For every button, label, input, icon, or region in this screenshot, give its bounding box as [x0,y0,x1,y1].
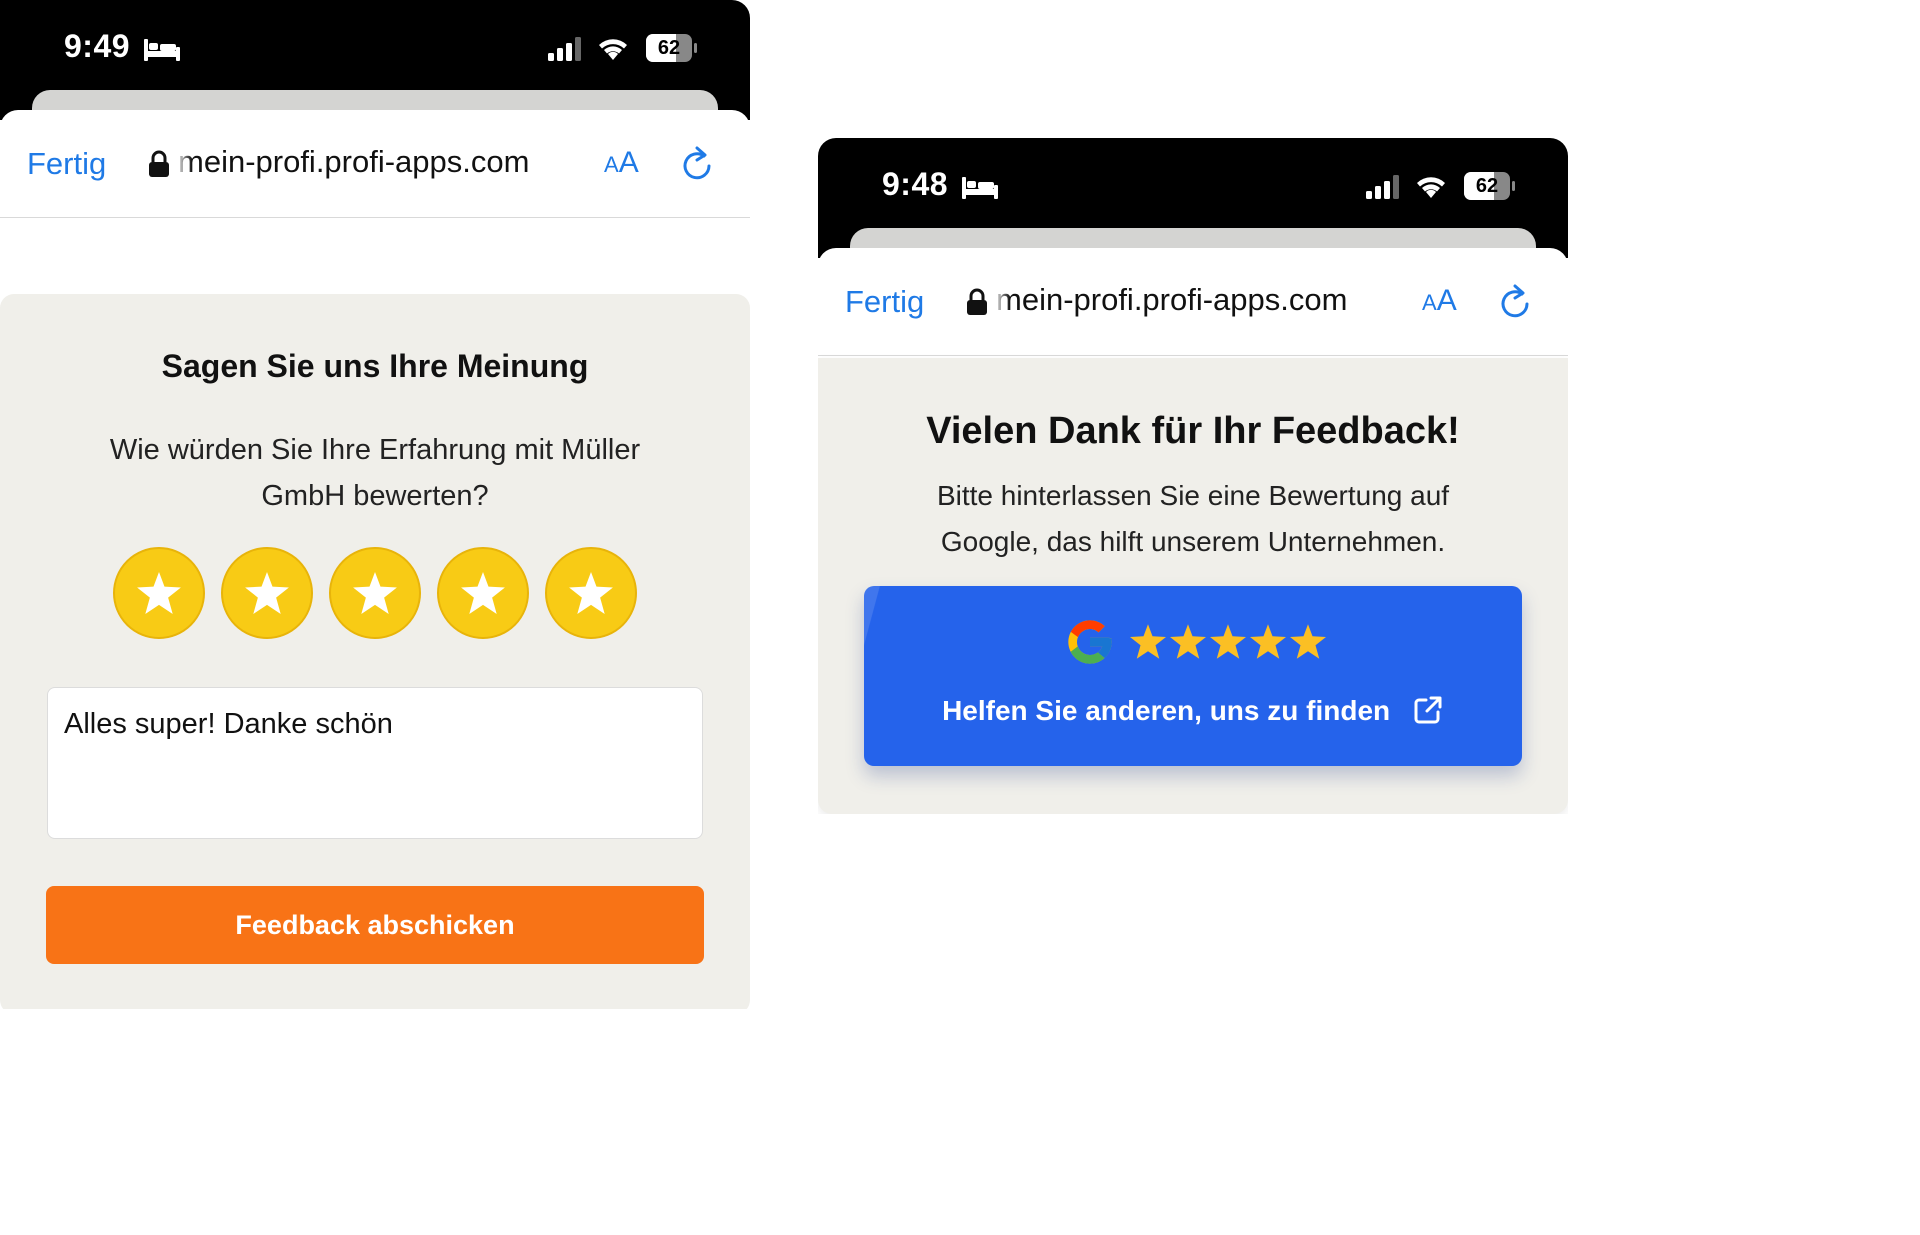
google-logo-icon [1064,616,1116,673]
star-icon [137,572,181,614]
thank-you-message: Bitte hinterlassen Sie eine Bewertung au… [936,480,1450,557]
browser-toolbar: Fertig mein-profi.profi-apps.com AA [818,248,1568,356]
text-size-button[interactable]: AA [1422,284,1457,318]
done-button[interactable]: Fertig [27,146,106,182]
url-fade [176,144,192,184]
star-icon [1250,624,1286,659]
star-rating-3[interactable] [329,547,421,639]
thank-you-title: Vielen Dank für Ihr Feedback! [926,410,1460,452]
submit-feedback-button[interactable]: Feedback abschicken [46,886,704,964]
star-rating-5[interactable] [545,547,637,639]
star-icon [461,572,505,614]
status-time: 9:49 [64,28,131,64]
lock-icon [148,150,170,183]
wifi-icon [596,34,630,67]
star-rating-2[interactable] [221,547,313,639]
rating-question: Wie würden Sie Ihre Erfahrung mit Müller… [109,434,641,512]
google-review-text: Helfen Sie anderen, uns zu finden [942,695,1391,726]
star-icon [245,572,289,614]
phone-screen-feedback-form: 9:49 62 Fertig mein-profi.profi-apps.com… [0,0,750,1009]
signal-icon [548,37,584,66]
google-star-rating [1130,624,1326,659]
reload-icon[interactable] [1498,284,1532,325]
battery-icon: 62 [1464,172,1516,205]
google-review-button[interactable]: Helfen Sie anderen, uns zu finden [864,586,1522,766]
reload-icon[interactable] [680,146,714,187]
star-rating [113,547,637,639]
bed-icon [144,37,180,66]
external-link-icon [1412,694,1444,733]
form-title: Sagen Sie uns Ihre Meinung [161,348,589,384]
star-icon [1210,624,1246,659]
thank-you-card: Vielen Dank für Ihr Feedback! Bitte hint… [818,358,1568,814]
star-icon [569,572,613,614]
star-rating-4[interactable] [437,547,529,639]
wifi-icon [1414,172,1448,205]
bed-icon [962,175,998,204]
google-review-label: Helfen Sie anderen, uns zu finden [864,694,1522,733]
status-time: 9:48 [882,166,949,202]
text-size-button[interactable]: AA [604,146,639,180]
battery-icon: 62 [646,34,698,67]
star-icon [1130,624,1166,659]
url-field[interactable]: mein-profi.profi-apps.com [996,282,1396,318]
done-button[interactable]: Fertig [845,284,924,320]
url-fade [994,282,1010,322]
star-rating-1[interactable] [113,547,205,639]
star-icon [353,572,397,614]
signal-icon [1366,175,1402,204]
browser-toolbar: Fertig mein-profi.profi-apps.com AA [0,110,750,218]
lock-icon [966,288,988,321]
star-icon [1170,624,1206,659]
star-icon [1290,624,1326,659]
phone-screen-thank-you: 9:48 62 Fertig mein-profi.profi-apps.com… [818,138,1568,814]
feedback-card: Sagen Sie uns Ihre Meinung Wie würden Si… [0,294,750,1009]
comment-textarea[interactable]: Alles super! Danke schön [47,687,703,839]
url-field[interactable]: mein-profi.profi-apps.com [178,144,578,180]
